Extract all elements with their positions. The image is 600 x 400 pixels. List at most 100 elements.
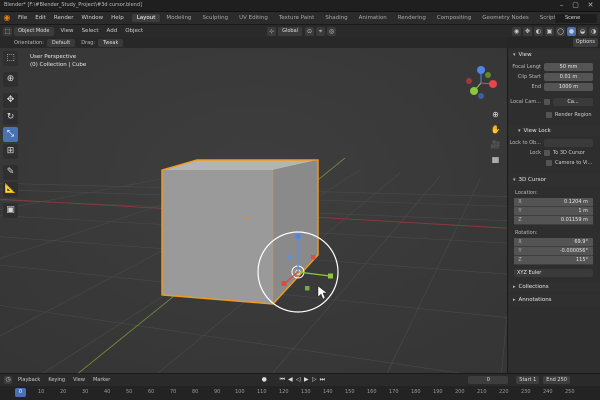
gizmo-plane-handle-2 [287, 255, 292, 260]
workspace-tab-compositing[interactable]: Compositing [432, 14, 476, 22]
workspace-tab-geometry-nodes[interactable]: Geometry Nodes [477, 14, 533, 22]
chevron-right-icon: ▸ [513, 284, 516, 290]
mode-dropdown[interactable]: Object Mode [14, 26, 54, 36]
header-menu-view[interactable]: View [57, 28, 78, 34]
add-cube-icon[interactable]: ▣ [3, 203, 18, 218]
shading-wireframe-icon[interactable]: ◯ [556, 26, 565, 36]
timeline-menu-keying[interactable]: Keying [44, 377, 69, 383]
menu-edit[interactable]: Edit [31, 15, 50, 21]
shading-solid-icon[interactable]: ● [567, 26, 576, 36]
scene-selector[interactable]: Scene [555, 14, 597, 23]
record-icon[interactable]: ● [260, 376, 268, 384]
timeline-ruler[interactable]: 0 10 20 30 40 50 60 70 80 90 100 110 120… [0, 386, 600, 400]
ruler-tick: 130 [301, 389, 311, 395]
workspace-tab-texture-paint[interactable]: Texture Paint [274, 14, 320, 22]
editor-type-icon[interactable]: ⬚ [3, 26, 12, 36]
prev-keyframe-icon[interactable]: ◀ [286, 376, 294, 384]
workspace-tab-rendering[interactable]: Rendering [393, 14, 431, 22]
location-z-field[interactable]: Z 0.01159 m [514, 216, 593, 225]
render-region-checkbox[interactable] [546, 112, 552, 118]
drag-dropdown[interactable]: Tweak [98, 38, 124, 47]
select-box-icon[interactable]: ⬚ [3, 51, 18, 66]
clip-end-field[interactable]: 1000 m [544, 83, 593, 91]
to-3d-cursor-checkbox[interactable] [544, 150, 550, 156]
zoom-icon[interactable]: ⊕ [489, 108, 502, 121]
camera-icon[interactable]: 🎥 [489, 138, 502, 151]
location-x-field[interactable]: X 0.1204 m [514, 198, 593, 207]
workspace-tab-uv-editing[interactable]: UV Editing [234, 14, 273, 22]
move-icon[interactable]: ✥ [3, 93, 18, 108]
play-icon[interactable]: ▶ [302, 376, 310, 384]
timeline-menu-playback[interactable]: Playback [14, 377, 44, 383]
menu-window[interactable]: Window [77, 15, 107, 21]
workspace-tab-shading[interactable]: Shading [320, 14, 352, 22]
menu-help[interactable]: Help [107, 15, 128, 21]
3d-viewport[interactable]: User Perspective (0) Collection | Cube ⬚… [0, 48, 507, 373]
pivot-icon[interactable]: ⊙ [305, 26, 315, 36]
blender-logo-icon[interactable]: ◉ [2, 13, 12, 23]
play-reverse-icon[interactable]: ◁ [294, 376, 302, 384]
workspace-tab-layout[interactable]: Layout [131, 14, 161, 22]
header-menu-select[interactable]: Select [78, 28, 103, 34]
rotation-x-field[interactable]: X 69.9° [514, 238, 593, 247]
collections-header[interactable]: ▸ Collections [508, 282, 600, 292]
header-menu-object[interactable]: Object [121, 28, 147, 34]
orientation-dropdown[interactable]: Default [46, 38, 76, 47]
visibility-icon[interactable]: ◉ [512, 26, 521, 36]
perspective-grid-icon[interactable]: ▦ [489, 153, 502, 166]
pan-hand-icon[interactable]: ✋ [489, 123, 502, 136]
timeline-header: ◷ Playback Keying View Marker ● ⏮ ◀ ◁ ▶ … [0, 373, 600, 386]
jump-end-icon[interactable]: ⏭ [318, 376, 326, 384]
current-frame-field[interactable]: 0 [468, 376, 509, 384]
proportional-edit-icon[interactable]: ◎ [327, 26, 337, 36]
annotate-icon[interactable]: ✎ [3, 165, 18, 180]
shading-material-icon[interactable]: ◒ [578, 26, 587, 36]
options-dropdown[interactable]: Options [572, 38, 598, 47]
workspace-tab-animation[interactable]: Animation [354, 14, 392, 22]
scale-icon[interactable]: ⤡ [3, 127, 18, 142]
rotation-y-field[interactable]: Y -0.000056° [514, 247, 593, 256]
overlay-icon[interactable]: ◐ [534, 26, 543, 36]
local-camera-checkbox[interactable] [544, 99, 550, 105]
workspace-tab-sculpting[interactable]: Sculpting [197, 14, 233, 22]
3d-cursor-header[interactable]: ▾ 3D Cursor [508, 175, 600, 185]
local-camera-field[interactable]: Ca... [553, 98, 593, 106]
measure-icon[interactable]: 📐 [3, 182, 18, 197]
xray-icon[interactable]: ▣ [545, 26, 554, 36]
clip-start-field[interactable]: 0.01 m [544, 73, 593, 81]
shading-rendered-icon[interactable]: ◑ [589, 26, 598, 36]
transform-orientation-dropdown[interactable]: Global [278, 26, 303, 36]
menu-file[interactable]: File [14, 15, 31, 21]
orientation-icon[interactable]: ⊹ [267, 26, 277, 36]
maximize-icon[interactable]: ▢ [571, 1, 580, 10]
timeline-menu-view[interactable]: View [69, 377, 89, 383]
snap-icon[interactable]: ⌖ [316, 26, 326, 36]
transform-icon[interactable]: ⊞ [3, 144, 18, 159]
camera-to-view-checkbox[interactable] [546, 160, 552, 166]
header-menu-add[interactable]: Add [103, 28, 122, 34]
gizmo-icon[interactable]: ✥ [523, 26, 532, 36]
next-keyframe-icon[interactable]: ▷ [310, 376, 318, 384]
workspace-tab-modeling[interactable]: Modeling [161, 14, 196, 22]
cursor-icon[interactable]: ⊕ [3, 72, 18, 87]
rotate-icon[interactable]: ↻ [3, 110, 18, 125]
to-3d-cursor-label: To 3D Cursor [553, 150, 585, 156]
annotations-header[interactable]: ▸ Annotations [508, 295, 600, 305]
view-lock-header[interactable]: ▾ View Lock [508, 126, 600, 136]
timeline-menu-marker[interactable]: Marker [89, 377, 114, 383]
minimize-icon[interactable]: – [557, 1, 566, 10]
rotation-mode-dropdown[interactable]: XYZ Euler [514, 269, 593, 277]
frame-end-field[interactable]: End 250 [543, 376, 570, 384]
location-y-field[interactable]: Y1 m [514, 207, 593, 216]
view-section-header[interactable]: ▾ View [508, 50, 600, 60]
menu-render[interactable]: Render [50, 15, 78, 21]
lock-to-object-field[interactable] [544, 139, 593, 147]
close-icon[interactable]: ✕ [586, 1, 595, 10]
current-frame-marker[interactable]: 0 [15, 388, 26, 397]
focal-length-field[interactable]: 50 mm [544, 63, 593, 71]
rotation-z-field[interactable]: Z 115° [514, 256, 593, 265]
frame-start-field[interactable]: Start 1 [516, 376, 540, 384]
jump-start-icon[interactable]: ⏮ [278, 376, 286, 384]
navigation-gizmo[interactable] [460, 62, 502, 104]
clock-icon[interactable]: ◷ [4, 376, 12, 384]
